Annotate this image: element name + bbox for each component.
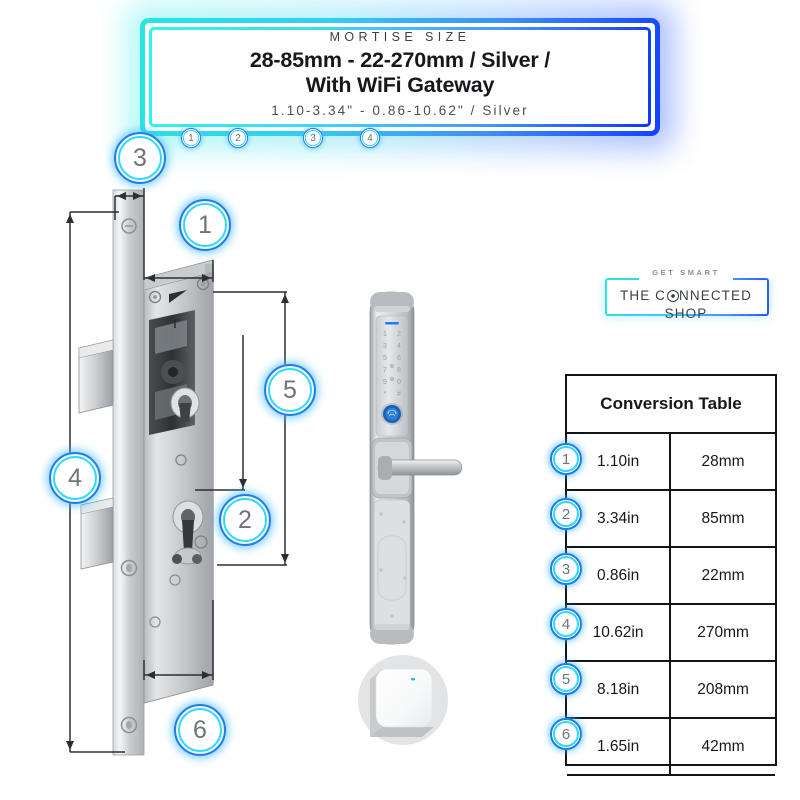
row-2-mm: 85mm xyxy=(669,489,775,548)
row-1-mm: 28mm xyxy=(669,432,775,491)
rail-badge-1-label: 1 xyxy=(188,132,194,144)
callout-badge-3-label: 3 xyxy=(133,143,147,172)
callout-badge-2[interactable]: 2 xyxy=(219,494,271,546)
callout-badge-1-label: 1 xyxy=(198,210,212,239)
table-badge-2-label: 2 xyxy=(561,505,571,523)
header-banner: MORTISE SIZE 28-85mm - 22-270mm / Silver… xyxy=(126,4,674,150)
row-5-mm: 208mm xyxy=(669,660,775,719)
rail-badge-1[interactable]: 1 xyxy=(181,128,201,148)
conversion-table-grid: Conversion Table 1.10in 28mm 3.34in 85mm… xyxy=(567,376,775,776)
rail-badge-4-label: 4 xyxy=(367,132,373,144)
table-row: 10.62in 270mm xyxy=(567,603,775,662)
callout-badge-4[interactable]: 4 xyxy=(49,452,101,504)
title-line-1: 28-85mm - 22-270mm / Silver / xyxy=(249,48,551,72)
conversion-table-body: 1.10in 28mm 3.34in 85mm 0.86in 22mm 10.6… xyxy=(567,432,775,776)
svg-text:9: 9 xyxy=(383,379,387,386)
table-row: 3.34in 85mm xyxy=(567,489,775,548)
svg-text:3: 3 xyxy=(383,343,387,350)
door-lock-drawing: 1 2 3 4 5 6 7 8 9 0 * # xyxy=(369,291,463,645)
svg-text:4: 4 xyxy=(397,343,401,350)
callout-badge-4-label: 4 xyxy=(68,463,82,492)
row-1-inches: 1.10in xyxy=(567,432,672,491)
table-row: 0.86in 22mm xyxy=(567,546,775,605)
row-3-mm: 22mm xyxy=(669,546,775,605)
svg-text:6: 6 xyxy=(397,355,401,362)
wifi-gateway-drawing xyxy=(358,655,448,745)
row-4-mm: 270mm xyxy=(669,603,775,662)
table-badge-4-label: 4 xyxy=(561,615,571,633)
table-badge-2[interactable]: 2 xyxy=(550,498,582,530)
svg-text:0: 0 xyxy=(397,379,401,386)
svg-text:1: 1 xyxy=(383,331,387,338)
header-text-block: MORTISE SIZE 28-85mm - 22-270mm / Silver… xyxy=(140,18,660,136)
row-2-inches: 3.34in xyxy=(567,489,672,548)
logo-word-before: THE C xyxy=(620,288,667,303)
callout-badge-6[interactable]: 6 xyxy=(174,704,226,756)
rail-badge-3-label: 3 xyxy=(310,132,316,144)
conversion-table-title: Conversion Table xyxy=(567,376,775,434)
header-subtitle: 1.10-3.34" - 0.86-10.62" / Silver xyxy=(271,103,529,118)
svg-text:8: 8 xyxy=(397,367,401,374)
callout-badge-2-label: 2 xyxy=(238,505,252,534)
table-badge-3[interactable]: 3 xyxy=(550,553,582,585)
row-3-inches: 0.86in xyxy=(567,546,672,605)
page-title: 28-85mm - 22-270mm / Silver / With WiFi … xyxy=(250,48,550,98)
row-4-inches: 10.62in xyxy=(567,603,672,662)
smart-door-lock-image: 1 2 3 4 5 6 7 8 9 0 * # xyxy=(352,278,463,658)
table-badge-3-label: 3 xyxy=(561,560,571,578)
table-header-row: Conversion Table xyxy=(567,376,775,434)
callout-badge-3[interactable]: 3 xyxy=(114,132,166,184)
product-spec-canvas: MORTISE SIZE 28-85mm - 22-270mm / Silver… xyxy=(0,0,800,800)
logo-eyebrow: GET SMART xyxy=(597,266,775,281)
callout-badge-5[interactable]: 5 xyxy=(264,364,316,416)
table-badge-5[interactable]: 5 xyxy=(550,663,582,695)
callout-badge-6-label: 6 xyxy=(193,715,207,744)
row-6-inches: 1.65in xyxy=(567,717,672,776)
table-badge-1-label: 1 xyxy=(561,450,571,468)
table-badge-4[interactable]: 4 xyxy=(550,608,582,640)
svg-text:5: 5 xyxy=(383,355,387,362)
svg-text:7: 7 xyxy=(383,367,387,374)
svg-text:*: * xyxy=(384,391,387,398)
header-eyebrow: MORTISE SIZE xyxy=(329,30,471,44)
brand-logo[interactable]: GET SMART THE C NNECTED SHOP xyxy=(597,262,775,321)
table-badge-6-label: 6 xyxy=(561,725,571,743)
table-badge-1[interactable]: 1 xyxy=(550,443,582,475)
rail-badge-3[interactable]: 3 xyxy=(303,128,323,148)
svg-text:2: 2 xyxy=(397,331,401,338)
rail-badge-2-label: 2 xyxy=(235,132,241,144)
table-row: 1.10in 28mm xyxy=(567,432,775,491)
row-6-mm: 42mm xyxy=(669,717,775,776)
callout-badge-1[interactable]: 1 xyxy=(179,199,231,251)
logo-wordmark: THE C NNECTED SHOP xyxy=(597,287,775,323)
rail-badge-2[interactable]: 2 xyxy=(228,128,248,148)
svg-text:#: # xyxy=(397,391,401,398)
conversion-table: Conversion Table 1.10in 28mm 3.34in 85mm… xyxy=(565,374,777,776)
table-row: 8.18in 208mm xyxy=(567,660,775,719)
table-badge-5-label: 5 xyxy=(561,670,571,688)
row-5-inches: 8.18in xyxy=(567,660,672,719)
callout-badge-5-label: 5 xyxy=(283,375,297,404)
table-row: 1.65in 42mm xyxy=(567,717,775,776)
title-line-2: With WiFi Gateway xyxy=(305,73,495,97)
table-badge-6[interactable]: 6 xyxy=(550,718,582,750)
globe-gear-icon xyxy=(666,289,679,302)
rail-badge-4[interactable]: 4 xyxy=(360,128,380,148)
wifi-gateway-image xyxy=(348,645,458,755)
